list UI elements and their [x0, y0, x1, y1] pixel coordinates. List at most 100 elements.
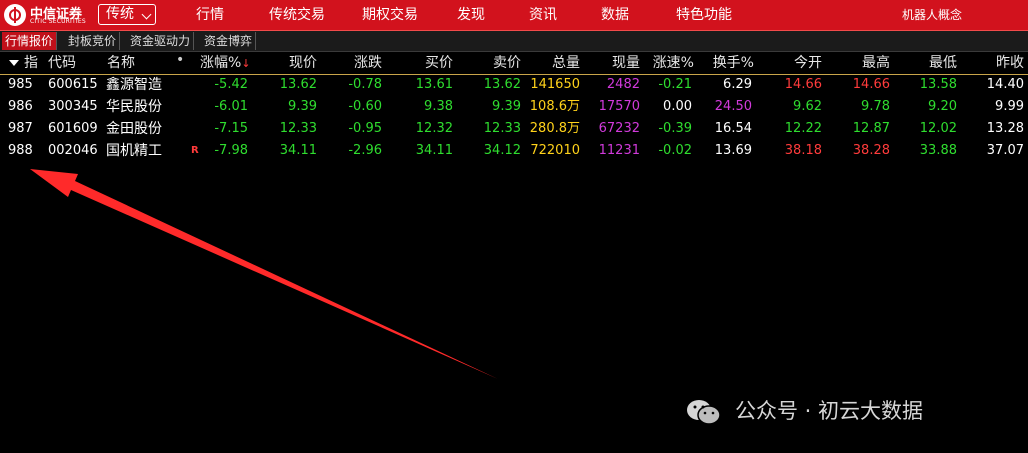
row-pct: -7.15 [214, 121, 248, 136]
mode-select[interactable]: 传统 [98, 4, 156, 25]
sort-down-icon: ↓ [241, 57, 251, 70]
row-low: 9.20 [928, 99, 957, 114]
row-volume: 108.6万 [529, 99, 580, 114]
row-index: 986 [8, 99, 33, 114]
row-low: 33.88 [919, 143, 957, 158]
row-code: 601609 [48, 121, 98, 136]
menu-item-news[interactable]: 资讯 [529, 0, 557, 30]
row-bid: 13.61 [415, 77, 453, 92]
row-ask: 13.62 [483, 77, 521, 92]
header-code[interactable]: 代码 [48, 52, 76, 74]
row-low: 12.02 [919, 121, 957, 136]
header-ask[interactable]: 卖价 [469, 52, 521, 74]
header-current-volume[interactable]: 现量 [588, 52, 640, 74]
header-change[interactable]: 涨跌 [330, 52, 382, 74]
row-high: 14.66 [852, 77, 890, 92]
row-prev-close: 37.07 [986, 143, 1024, 158]
annotation-arrow-shape [30, 169, 498, 379]
row-prev-close: 13.28 [986, 121, 1024, 136]
tab-capital-drive[interactable]: 资金驱动力 [127, 32, 195, 50]
row-current-volume: 17570 [598, 99, 640, 114]
row-index: 985 [8, 77, 33, 92]
row-speed: -0.02 [658, 143, 692, 158]
chevron-down-icon [141, 9, 152, 20]
tab-capital-game[interactable]: 资金博弈 [201, 32, 257, 50]
row-name: 鑫源智造 [106, 77, 162, 93]
menu-item-features[interactable]: 特色功能 [676, 0, 732, 30]
row-turnover: 6.29 [723, 77, 752, 92]
row-high: 9.78 [861, 99, 890, 114]
header-volume[interactable]: 总量 [528, 52, 580, 74]
row-name: 金田股份 [106, 121, 162, 137]
row-pct: -5.42 [214, 77, 248, 92]
row-speed: 0.00 [663, 99, 692, 114]
header-low[interactable]: 最低 [905, 52, 957, 74]
menu-item-options-trade[interactable]: 期权交易 [362, 0, 418, 30]
citic-logo-icon [4, 4, 26, 26]
row-bid: 34.11 [415, 143, 453, 158]
row-open: 38.18 [784, 143, 822, 158]
row-price: 34.11 [279, 143, 317, 158]
menu-item-data[interactable]: 数据 [601, 0, 629, 30]
tab-quote[interactable]: 行情报价 [2, 32, 58, 50]
row-index: 987 [8, 121, 33, 136]
tab-limit-up-bid[interactable]: 封板竞价 [65, 32, 121, 50]
row-speed: -0.21 [658, 77, 692, 92]
header-bid[interactable]: 买价 [401, 52, 453, 74]
row-ask: 34.12 [483, 143, 521, 158]
row-pct: -7.98 [214, 143, 248, 158]
header-turnover[interactable]: 换手% [700, 52, 754, 74]
row-name: 国机精工 [106, 143, 162, 159]
header-pct-change[interactable]: 涨幅%↓ [200, 52, 251, 74]
table-row[interactable]: 987 601609 金田股份 -7.15 12.33 -0.95 12.32 … [0, 118, 1028, 140]
row-turnover: 16.54 [714, 121, 752, 136]
row-prev-close: 9.99 [995, 99, 1024, 114]
row-current-volume: 2482 [606, 77, 640, 92]
row-code: 600615 [48, 77, 98, 92]
row-bid: 12.32 [415, 121, 453, 136]
menu-item-traditional-trade[interactable]: 传统交易 [269, 0, 325, 30]
table-row[interactable]: 985 600615 鑫源智造 -5.42 13.62 -0.78 13.61 … [0, 74, 1028, 96]
logo-english-text: CITIC SECURITIES [30, 18, 86, 25]
row-open: 14.66 [784, 77, 822, 92]
header-price[interactable]: 现价 [265, 52, 317, 74]
menu-item-robot-concept[interactable]: 机器人概念 [902, 0, 962, 30]
watermark-text: 公众号 · 初云大数据 [735, 399, 924, 423]
header-index[interactable]: 指 [24, 52, 38, 74]
row-prev-close: 14.40 [986, 77, 1024, 92]
row-ask: 12.33 [483, 121, 521, 136]
table-row[interactable]: 988 002046 国机精工 R -7.98 34.11 -2.96 34.1… [0, 140, 1028, 162]
mode-select-value: 传统 [106, 6, 134, 22]
row-code: 002046 [48, 143, 98, 158]
row-speed: -0.39 [658, 121, 692, 136]
row-open: 9.62 [793, 99, 822, 114]
row-current-volume: 67232 [598, 121, 640, 136]
top-menu-bar: 中信证券 CITIC SECURITIES 传统 行情 传统交易 期权交易 发现… [0, 0, 1028, 31]
wechat-icon [687, 400, 721, 425]
citic-logo: 中信证券 CITIC SECURITIES [4, 3, 90, 27]
row-turnover: 24.50 [714, 99, 752, 114]
row-turnover: 13.69 [714, 143, 752, 158]
row-change: -0.95 [348, 121, 382, 136]
row-change: -0.60 [348, 99, 382, 114]
header-dot: • [176, 52, 185, 68]
row-bid: 9.38 [424, 99, 453, 114]
header-high[interactable]: 最高 [838, 52, 890, 74]
row-price: 9.39 [288, 99, 317, 114]
row-change: -0.78 [348, 77, 382, 92]
row-volume: 722010 [530, 143, 580, 158]
row-low: 13.58 [919, 77, 957, 92]
table-header: 指 代码 名称 • 涨幅%↓ 现价 涨跌 买价 卖价 总量 现量 涨速% 换手%… [0, 52, 1028, 75]
table-row[interactable]: 986 300345 华民股份 -6.01 9.39 -0.60 9.38 9.… [0, 96, 1028, 118]
menu-item-quotes[interactable]: 行情 [196, 0, 224, 30]
header-open[interactable]: 今开 [770, 52, 822, 74]
row-change: -2.96 [348, 143, 382, 158]
row-pct: -6.01 [214, 99, 248, 114]
header-name[interactable]: 名称 [107, 52, 135, 74]
header-prev-close[interactable]: 昨收 [972, 52, 1024, 74]
sub-tab-bar: 行情报价 封板竞价 资金驱动力 资金博弈 [0, 31, 1028, 52]
row-price: 12.33 [279, 121, 317, 136]
sort-triangle-icon[interactable] [9, 60, 19, 66]
menu-item-discover[interactable]: 发现 [457, 0, 485, 30]
header-speed[interactable]: 涨速% [640, 52, 694, 74]
